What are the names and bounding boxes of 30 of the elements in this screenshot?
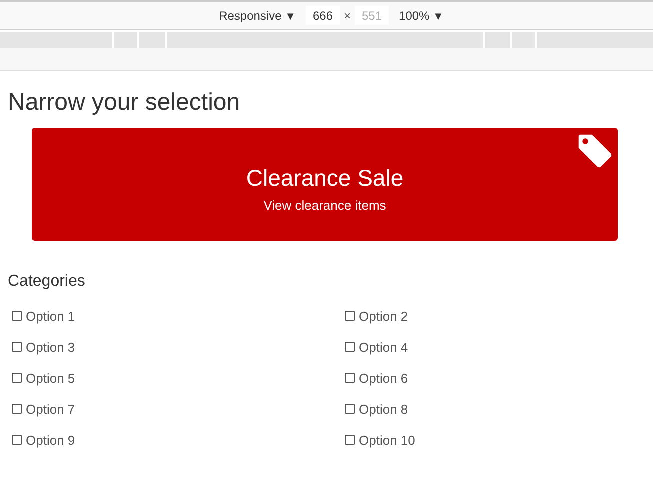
sale-banner[interactable]: Clearance Sale View clearance items xyxy=(32,128,618,241)
times-sign: × xyxy=(344,8,352,22)
width-field[interactable]: 666 xyxy=(306,6,340,25)
option-label: Option 4 xyxy=(359,340,408,354)
clearance-link[interactable]: View clearance items xyxy=(264,198,386,212)
zoom-dropdown[interactable]: 100% ▼ xyxy=(393,8,450,22)
checkbox[interactable] xyxy=(12,342,22,352)
checkbox[interactable] xyxy=(12,373,22,383)
price-tag-icon xyxy=(576,132,614,170)
option-label: Option 2 xyxy=(359,308,408,324)
checkbox[interactable] xyxy=(12,311,22,321)
categories-heading: Categories xyxy=(8,273,86,291)
device-dropdown[interactable]: Responsive ▼ xyxy=(213,8,302,22)
banner-title: Clearance Sale xyxy=(246,164,404,192)
option-label: Option 5 xyxy=(26,370,76,386)
option-label: Option 3 xyxy=(26,340,76,354)
checkbox[interactable] xyxy=(345,342,355,352)
option-label: Option 10 xyxy=(359,432,416,448)
option-label: Option 8 xyxy=(359,402,408,416)
checkbox[interactable] xyxy=(345,435,355,445)
checkbox[interactable] xyxy=(12,404,22,414)
checkbox[interactable] xyxy=(12,435,22,445)
option-label: Option 6 xyxy=(359,370,408,386)
option-label: Option 9 xyxy=(26,432,76,448)
option-label: Option 1 xyxy=(26,308,76,324)
checkbox[interactable] xyxy=(345,373,355,383)
checkbox[interactable] xyxy=(345,404,355,414)
option-label: Option 7 xyxy=(26,402,76,416)
checkbox[interactable] xyxy=(345,311,355,321)
page-heading: Narrow your selection xyxy=(8,89,242,117)
